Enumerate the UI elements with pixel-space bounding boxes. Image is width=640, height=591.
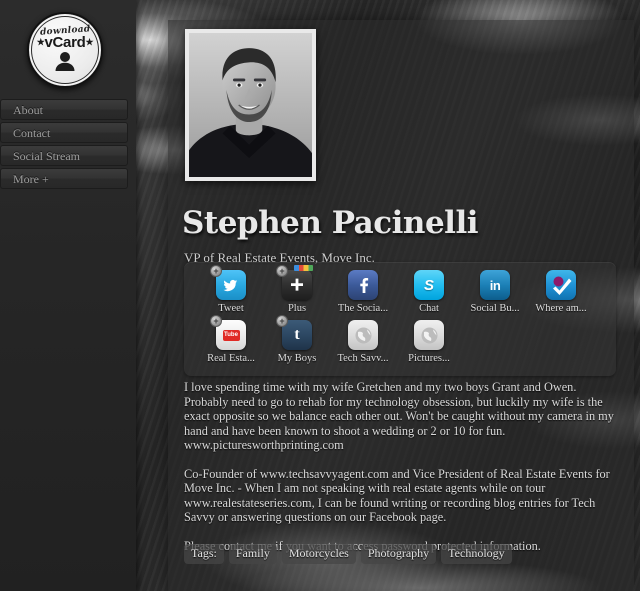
sidebar-item-more[interactable]: More + <box>0 168 128 189</box>
social-link-label: Where am... <box>535 303 587 314</box>
social-link-label: The Socia... <box>337 303 389 314</box>
google-colors-bar-icon <box>294 265 313 271</box>
social-link-social-bu[interactable]: in Social Bu... <box>462 270 528 314</box>
bio-section: I love spending time with my wife Gretch… <box>184 380 614 567</box>
globe-icon <box>348 320 378 350</box>
social-link-label: Tweet <box>218 303 244 314</box>
download-vcard-button[interactable]: download ★vCard★ <box>27 12 103 88</box>
skype-icon: S <box>414 270 444 300</box>
add-badge-icon: + <box>276 315 288 327</box>
social-link-chat[interactable]: S Chat <box>396 270 462 314</box>
vcard-title: ★vCard★ <box>37 35 94 51</box>
person-silhouette-icon <box>54 51 76 76</box>
social-link-label: Pictures... <box>408 353 450 364</box>
sidebar-item-social-stream[interactable]: Social Stream <box>0 145 128 166</box>
profile-card-panel: Stephen Pacinelli VP of Real Estate Even… <box>168 20 634 591</box>
sidebar-item-contact[interactable]: Contact <box>0 122 128 143</box>
sidebar-item-about[interactable]: About <box>0 99 128 120</box>
google-plus-icon: + <box>276 265 313 300</box>
facebook-icon <box>348 270 378 300</box>
tag-motorcycles[interactable]: Motorcycles <box>281 544 356 564</box>
page-title: Stephen Pacinelli <box>182 205 479 241</box>
social-link-label: Tech Savv... <box>337 353 389 364</box>
foursquare-check-icon <box>546 270 576 300</box>
tumblr-icon: + t <box>276 315 312 350</box>
social-links-panel: + Tweet + Plus The Socia... S Chat in So… <box>184 262 616 376</box>
social-link-my-boys[interactable]: + t My Boys <box>264 315 330 364</box>
tags-label: Tags: <box>184 544 224 564</box>
youtube-icon: + Tube <box>210 315 246 350</box>
add-badge-icon: + <box>210 265 222 277</box>
sidebar-menu: About Contact Social Stream More + <box>0 99 128 191</box>
social-link-real-estate[interactable]: + Tube Real Esta... <box>198 315 264 364</box>
avatar <box>185 29 316 181</box>
bio-paragraph: I love spending time with my wife Gretch… <box>184 380 614 452</box>
sidebar: download ★vCard★ About Contact Social St… <box>0 0 136 591</box>
add-badge-icon: + <box>276 265 288 277</box>
social-link-where-am-i[interactable]: Where am... <box>528 270 594 314</box>
social-link-the-social[interactable]: The Socia... <box>330 270 396 314</box>
tag-family[interactable]: Family <box>228 544 277 564</box>
social-link-label: Chat <box>419 303 439 314</box>
social-link-pictures[interactable]: Pictures... <box>396 320 462 364</box>
social-link-label: My Boys <box>277 353 317 364</box>
linkedin-icon: in <box>480 270 510 300</box>
social-link-label: Real Esta... <box>207 353 255 364</box>
social-link-label: Social Bu... <box>470 303 520 314</box>
tag-photography[interactable]: Photography <box>360 544 437 564</box>
globe-icon <box>414 320 444 350</box>
star-icon: ★ <box>85 37 94 48</box>
youtube-tube-box-icon: Tube <box>222 329 240 341</box>
bio-paragraph: Co-Founder of www.techsavvyagent.com and… <box>184 466 610 525</box>
twitter-icon: + <box>210 265 246 300</box>
social-link-tweet[interactable]: + Tweet <box>198 265 264 314</box>
social-link-label: Plus <box>287 303 307 314</box>
add-badge-icon: + <box>210 315 222 327</box>
tag-technology[interactable]: Technology <box>441 544 512 564</box>
social-link-tech-savvy[interactable]: Tech Savv... <box>330 320 396 364</box>
tags-row: Tags: Family Motorcycles Photography Tec… <box>184 544 512 564</box>
social-link-plus[interactable]: + Plus <box>264 265 330 314</box>
